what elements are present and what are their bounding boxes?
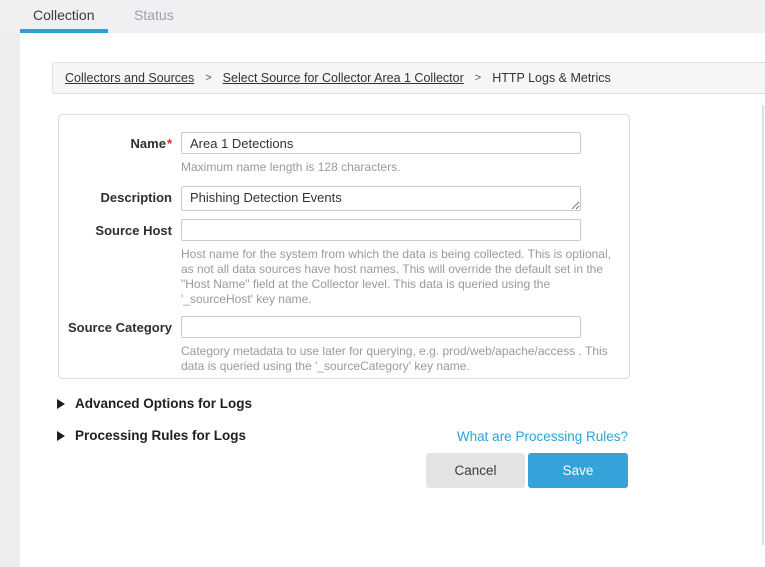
- source-host-field-row: Source Host Host name for the system fro…: [59, 219, 629, 307]
- name-label: Name*: [59, 132, 172, 151]
- name-label-text: Name: [131, 136, 166, 151]
- source-category-hint: Category metadata to use later for query…: [181, 344, 615, 374]
- advanced-options-toggle[interactable]: Advanced Options for Logs: [57, 396, 252, 411]
- source-config-card: Name* Maximum name length is 128 charact…: [58, 114, 630, 379]
- tab-status[interactable]: Status: [134, 7, 174, 23]
- source-host-input[interactable]: [181, 219, 581, 241]
- what-are-processing-rules-link[interactable]: What are Processing Rules?: [457, 429, 628, 444]
- breadcrumb-collectors-and-sources[interactable]: Collectors and Sources: [65, 71, 194, 85]
- breadcrumb-separator: >: [205, 72, 211, 84]
- name-field-row: Name* Maximum name length is 128 charact…: [59, 132, 629, 175]
- breadcrumb: Collectors and Sources > Select Source f…: [52, 62, 765, 94]
- breadcrumb-select-source[interactable]: Select Source for Collector Area 1 Colle…: [223, 71, 464, 85]
- tab-collection[interactable]: Collection: [33, 7, 94, 23]
- top-tab-bar: Collection Status: [0, 0, 765, 33]
- processing-rules-toggle[interactable]: Processing Rules for Logs: [57, 428, 246, 443]
- source-category-input[interactable]: [181, 316, 581, 338]
- expand-triangle-icon: [57, 431, 65, 441]
- breadcrumb-current-page: HTTP Logs & Metrics: [492, 71, 611, 85]
- save-button[interactable]: Save: [528, 453, 628, 488]
- description-label: Description: [59, 186, 172, 205]
- expand-triangle-icon: [57, 399, 65, 409]
- source-host-hint: Host name for the system from which the …: [181, 247, 615, 307]
- advanced-options-label: Advanced Options for Logs: [75, 396, 252, 411]
- breadcrumb-separator: >: [475, 72, 481, 84]
- cancel-button[interactable]: Cancel: [426, 453, 525, 488]
- name-input[interactable]: [181, 132, 581, 154]
- description-field-row: Description Phishing Detection Events: [59, 186, 629, 211]
- source-host-label: Source Host: [59, 219, 172, 238]
- source-category-label: Source Category: [59, 316, 172, 335]
- left-gutter: [0, 33, 20, 567]
- processing-rules-label: Processing Rules for Logs: [75, 428, 246, 443]
- action-buttons: Cancel Save: [426, 453, 628, 488]
- scrollbar-track[interactable]: [762, 105, 764, 545]
- description-textarea[interactable]: Phishing Detection Events: [181, 186, 581, 211]
- name-hint: Maximum name length is 128 characters.: [181, 160, 615, 175]
- source-category-field-row: Source Category Category metadata to use…: [59, 316, 629, 374]
- required-asterisk: *: [167, 136, 172, 151]
- active-tab-indicator: [20, 29, 108, 33]
